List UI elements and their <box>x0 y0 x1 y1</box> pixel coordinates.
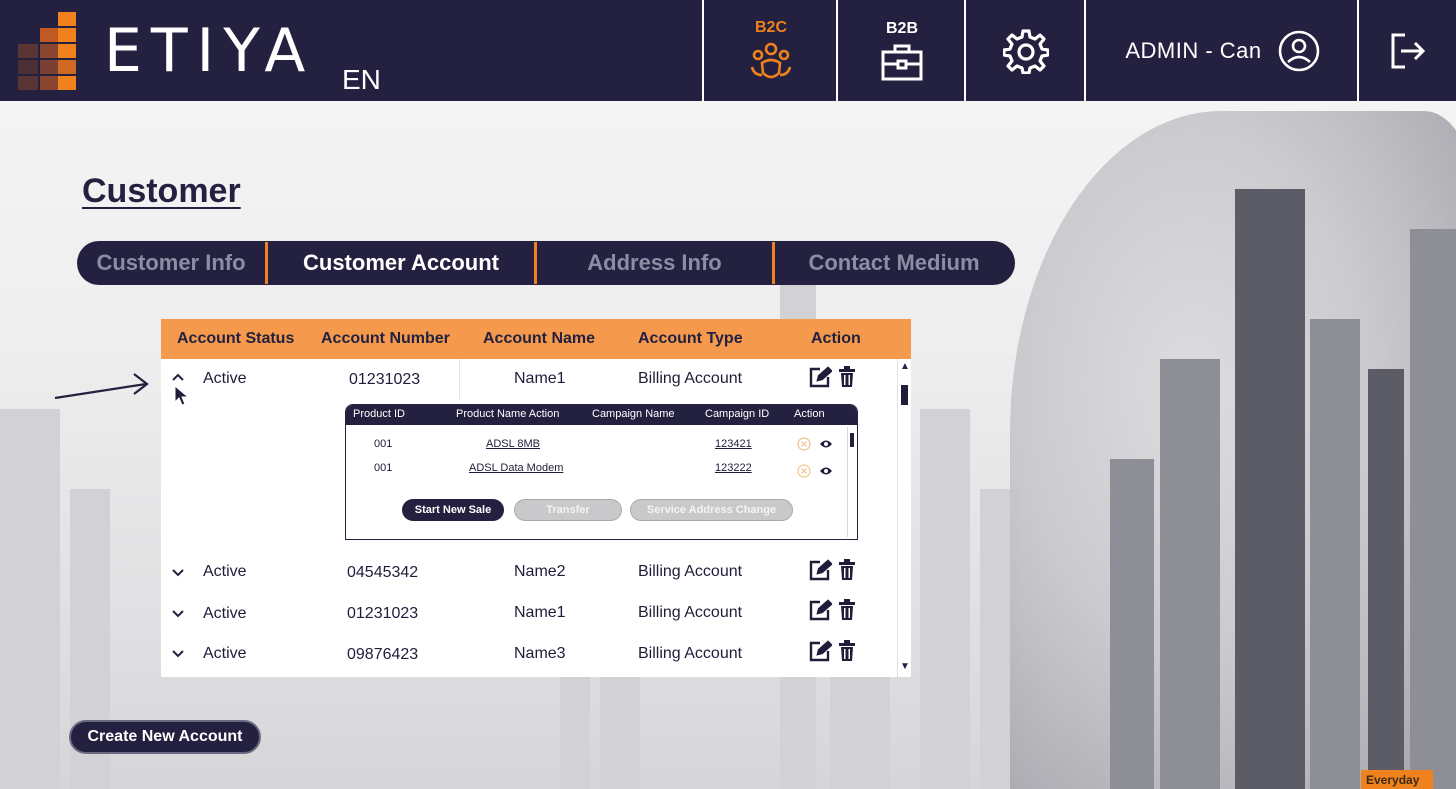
briefcase-icon <box>881 44 923 80</box>
tab-address-info[interactable]: Address Info <box>537 241 772 285</box>
chevron-down-icon[interactable] <box>170 606 186 622</box>
product-id: 001 <box>374 438 393 450</box>
brand-name: ETIYA <box>104 16 315 86</box>
col-account-name: Account Name <box>483 330 596 347</box>
list-item: 001 ADSL 8MB 123421 <box>346 437 846 456</box>
row-actions <box>808 366 856 388</box>
col-account-number: Account Number <box>321 330 450 347</box>
account-status: Active <box>203 605 247 622</box>
account-name: Name2 <box>514 563 566 580</box>
trash-icon[interactable] <box>838 366 856 388</box>
service-address-change-button[interactable]: Service Address Change <box>630 499 793 521</box>
account-number: 04545342 <box>347 564 419 581</box>
transfer-button[interactable]: Transfer <box>514 499 622 521</box>
table-header: Account Status Account Number Account Na… <box>161 319 911 359</box>
product-id: 001 <box>374 462 393 474</box>
edit-icon[interactable] <box>808 599 832 621</box>
campaign-id-link[interactable]: 123421 <box>715 438 752 450</box>
nav-b2c-label: B2C <box>754 18 787 36</box>
tab-bar: Customer Info Customer Account Address I… <box>77 241 1015 285</box>
list-item: 001 ADSL Data Modem 123222 <box>346 462 846 480</box>
nav-settings[interactable] <box>964 0 1086 101</box>
product-name-link[interactable]: ADSL 8MB <box>486 438 540 450</box>
edit-icon[interactable] <box>808 559 832 581</box>
table-row[interactable]: Active 01231023 Name1 Billing Account <box>161 359 901 399</box>
account-number: 01231023 <box>349 371 421 388</box>
col-sub-action: Action <box>794 408 825 420</box>
account-number: 01231023 <box>347 605 419 622</box>
logout-icon <box>1391 33 1425 68</box>
chevron-down-icon[interactable] <box>170 646 186 662</box>
edit-icon[interactable] <box>808 640 832 662</box>
gear-icon <box>1003 28 1049 74</box>
col-account-status: Account Status <box>177 330 295 347</box>
account-type: Billing Account <box>638 563 743 580</box>
user-name: ADMIN - Can <box>1125 37 1262 63</box>
account-number: 09876423 <box>347 646 419 663</box>
account-name: Name3 <box>514 645 566 662</box>
product-name-link[interactable]: ADSL Data Modem <box>469 462 563 474</box>
tab-customer-account[interactable]: Customer Account <box>268 241 534 285</box>
account-name: Name1 <box>514 370 566 387</box>
table-row[interactable]: Active 01231023 Name1 Billing Account <box>161 593 901 633</box>
language-selector[interactable]: EN <box>342 64 381 96</box>
nav-b2b-label: B2B <box>885 19 918 37</box>
col-campaign-id: Campaign ID <box>705 408 770 420</box>
scroll-down-icon[interactable]: ▼ <box>900 661 910 672</box>
top-header: ETIYA EN B2C B2B ADMIN - Can <box>0 0 1456 101</box>
cursor-icon <box>174 385 190 406</box>
logout-button[interactable] <box>1357 0 1456 101</box>
eye-icon[interactable] <box>819 465 833 480</box>
account-name: Name1 <box>514 604 566 621</box>
corner-badge: Everyday <box>1361 770 1433 789</box>
col-product-name-action: Product Name Action <box>456 408 560 420</box>
subtable-header: Product ID Product Name Action Campaign … <box>346 405 857 425</box>
chevron-down-icon[interactable] <box>170 565 186 581</box>
arrow-icon <box>54 373 149 400</box>
scroll-thumb[interactable] <box>850 433 854 447</box>
account-status: Active <box>203 563 247 580</box>
nav-b2b[interactable]: B2B <box>836 0 966 101</box>
col-account-type: Account Type <box>638 330 743 347</box>
trash-icon[interactable] <box>838 559 856 581</box>
account-type: Billing Account <box>638 604 743 621</box>
table-scrollbar[interactable]: ▲ ▼ <box>897 359 911 677</box>
edit-icon[interactable] <box>808 366 832 388</box>
col-product-id: Product ID <box>353 408 405 420</box>
cancel-icon[interactable] <box>797 437 811 454</box>
eye-icon[interactable] <box>819 438 833 453</box>
subpanel-scrollbar[interactable] <box>847 427 855 537</box>
row-actions <box>808 559 856 581</box>
nav-b2c[interactable]: B2C <box>702 0 838 101</box>
col-campaign-name: Campaign Name <box>592 408 675 420</box>
trash-icon[interactable] <box>838 640 856 662</box>
logo-mark-icon <box>18 12 80 90</box>
chevron-up-icon[interactable] <box>170 369 186 385</box>
account-status: Active <box>203 370 247 387</box>
col-action: Action <box>811 330 861 347</box>
table-row[interactable]: Active 04545342 Name2 Billing Account <box>161 552 901 592</box>
scroll-thumb[interactable] <box>901 385 908 405</box>
account-type: Billing Account <box>638 645 743 662</box>
row-actions <box>808 640 856 662</box>
cell-divider <box>459 359 460 399</box>
cancel-icon[interactable] <box>797 464 811 481</box>
page-title: Customer <box>82 172 241 210</box>
user-circle-icon <box>1278 30 1319 71</box>
create-new-account-button[interactable]: Create New Account <box>69 720 261 754</box>
trash-icon[interactable] <box>838 599 856 621</box>
tab-contact-medium[interactable]: Contact Medium <box>775 241 1013 285</box>
start-new-sale-button[interactable]: Start New Sale <box>402 499 504 521</box>
product-subpanel: Product ID Product Name Action Campaign … <box>345 404 858 540</box>
scroll-up-icon[interactable]: ▲ <box>900 361 910 372</box>
row-actions <box>808 599 856 621</box>
account-type: Billing Account <box>638 370 743 387</box>
account-status: Active <box>203 645 247 662</box>
user-menu[interactable]: ADMIN - Can <box>1084 0 1359 101</box>
tab-customer-info[interactable]: Customer Info <box>77 241 265 285</box>
people-icon <box>750 42 792 78</box>
campaign-id-link[interactable]: 123222 <box>715 462 752 474</box>
table-row[interactable]: Active 09876423 Name3 Billing Account <box>161 634 901 674</box>
